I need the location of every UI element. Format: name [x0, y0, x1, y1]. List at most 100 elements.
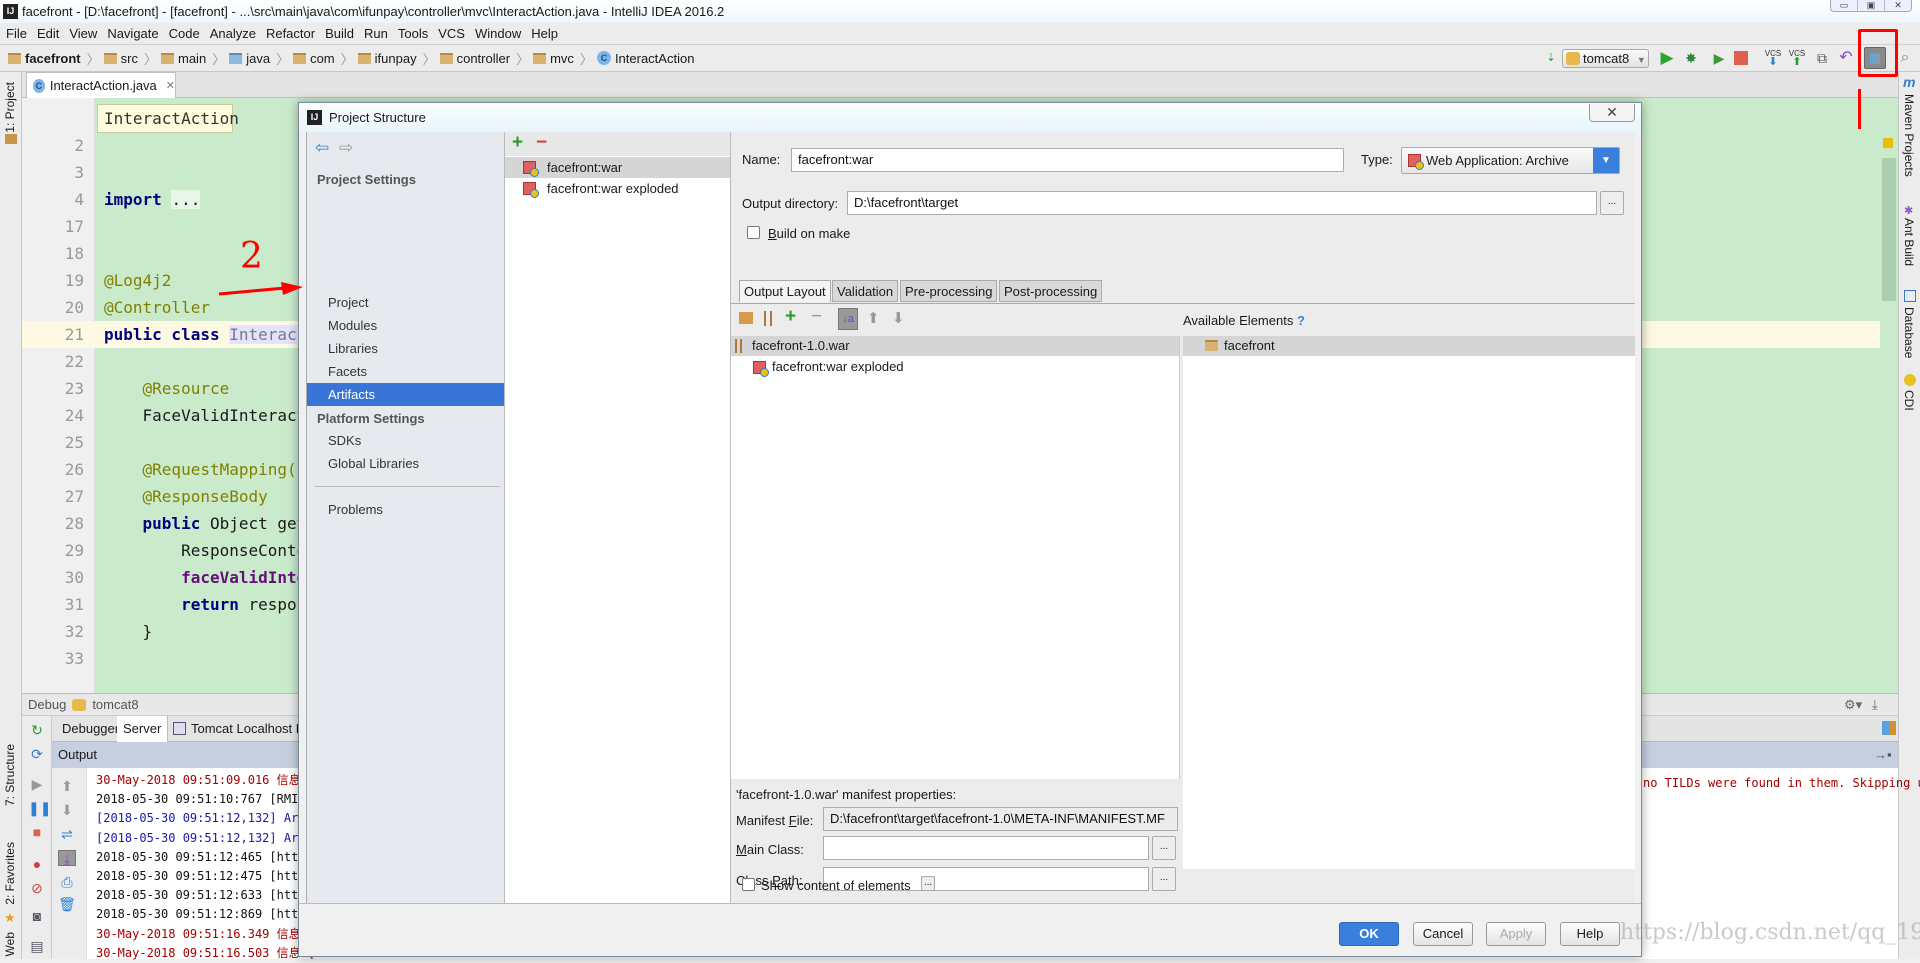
- artifact-item-war[interactable]: facefront:war: [505, 157, 730, 178]
- output-directory-input[interactable]: D:\facefront\target: [847, 191, 1597, 215]
- ok-button[interactable]: OK: [1339, 922, 1399, 946]
- menu-navigate[interactable]: Navigate: [107, 26, 158, 41]
- breadcrumb-item[interactable]: com 〉: [293, 49, 354, 68]
- menu-analyze[interactable]: Analyze: [210, 26, 256, 41]
- pin-icon[interactable]: →▪: [1874, 742, 1892, 768]
- nav-item-libraries[interactable]: Libraries: [307, 337, 505, 360]
- tab-post-processing[interactable]: Post-processing: [999, 280, 1103, 302]
- restore-layout-icon[interactable]: [1882, 721, 1896, 735]
- breadcrumb-item[interactable]: facefront 〉: [8, 49, 100, 68]
- close-window-button[interactable]: ✕: [1885, 0, 1911, 11]
- scroll-to-end-icon[interactable]: ⤓: [58, 850, 76, 867]
- tab-validation[interactable]: Validation: [832, 280, 899, 302]
- search-icon[interactable]: ⌕: [1896, 49, 1914, 67]
- output-directory-browse-button[interactable]: ...: [1600, 191, 1624, 215]
- tree-item-war-exploded[interactable]: facefront:war exploded: [731, 357, 1179, 377]
- breadcrumb-item[interactable]: ifunpay 〉: [357, 49, 436, 68]
- tab-output-layout[interactable]: Output Layout: [739, 280, 831, 302]
- menu-run[interactable]: Run: [364, 26, 388, 41]
- refresh-icon[interactable]: ⟳: [28, 746, 46, 762]
- menu-window[interactable]: Window: [475, 26, 521, 41]
- name-input[interactable]: facefront:war: [791, 148, 1344, 172]
- tool-window-ant-build[interactable]: Ant Build: [1902, 218, 1916, 266]
- nav-item-global-libraries[interactable]: Global Libraries: [307, 452, 505, 475]
- rerun-icon[interactable]: ↻: [28, 722, 46, 738]
- menu-view[interactable]: View: [69, 26, 97, 41]
- coverage-icon[interactable]: ▶: [1710, 49, 1728, 67]
- main-class-input[interactable]: [823, 836, 1149, 860]
- help-button[interactable]: Help: [1560, 922, 1620, 946]
- menu-code[interactable]: Code: [169, 26, 200, 41]
- pause-icon[interactable]: ❚❚: [28, 800, 51, 816]
- help-icon[interactable]: ?: [1297, 313, 1305, 328]
- move-down-icon[interactable]: ⬇: [892, 309, 905, 327]
- artifact-item-war-exploded[interactable]: facefront:war exploded: [505, 178, 730, 199]
- breadcrumb-item[interactable]: main 〉: [161, 49, 225, 68]
- run-config-select[interactable]: tomcat8 ▼: [1562, 49, 1649, 68]
- vcs-commit-icon[interactable]: VCS ⬆: [1788, 49, 1806, 68]
- nav-item-problems[interactable]: Problems: [307, 498, 505, 521]
- new-directory-icon[interactable]: [739, 312, 753, 324]
- tab-debugger[interactable]: Debugger: [56, 716, 127, 742]
- close-tab-icon[interactable]: ✕: [166, 79, 175, 92]
- menu-file[interactable]: File: [6, 26, 27, 41]
- manifest-file-input[interactable]: D:\facefront\target\facefront-1.0\META-I…: [823, 807, 1178, 831]
- breadcrumb-item[interactable]: src 〉: [103, 49, 157, 68]
- layout-icon[interactable]: ▤: [28, 938, 46, 954]
- clear-icon[interactable]: 🗑: [58, 896, 76, 912]
- minimize-button[interactable]: ▭: [1831, 0, 1858, 11]
- tab-tomcat-localhost-log[interactable]: Tomcat Localhost Lo: [169, 716, 318, 742]
- tab-server[interactable]: Server: [117, 716, 169, 742]
- breadcrumb-item[interactable]: controller 〉: [439, 49, 529, 68]
- build-on-make-checkbox[interactable]: [747, 226, 760, 239]
- soft-wrap-icon[interactable]: ⇌: [58, 826, 76, 842]
- breadcrumb-item[interactable]: C InteractAction: [596, 51, 694, 66]
- nav-item-facets[interactable]: Facets: [307, 360, 505, 383]
- available-item-facefront[interactable]: facefront: [1183, 336, 1635, 356]
- tree-item-war-archive[interactable]: facefront-1.0.war: [731, 336, 1179, 356]
- breadcrumb-item[interactable]: java 〉: [229, 49, 289, 68]
- tool-window-web[interactable]: Web: [3, 932, 17, 956]
- nav-item-sdks[interactable]: SDKs: [307, 429, 505, 452]
- nav-item-artifacts[interactable]: Artifacts: [307, 383, 505, 406]
- tool-window-project[interactable]: 1: Project: [3, 82, 17, 133]
- back-arrow-icon[interactable]: ⇦: [315, 138, 329, 158]
- stop-icon[interactable]: [1734, 51, 1748, 65]
- resume-icon[interactable]: ▶: [28, 776, 46, 792]
- add-artifact-button[interactable]: +: [512, 132, 523, 154]
- remove-artifact-button[interactable]: −: [536, 132, 547, 154]
- tab-interactaction-java[interactable]: C InteractAction.java ✕: [26, 72, 176, 98]
- breadcrumb-item[interactable]: mvc 〉: [533, 49, 593, 68]
- scrollbar-thumb[interactable]: [1882, 158, 1896, 301]
- tab-pre-processing[interactable]: Pre-processing: [900, 280, 998, 302]
- build-icon[interactable]: ⇣: [1542, 49, 1560, 67]
- restore-button[interactable]: ▣: [1858, 0, 1885, 11]
- mute-breakpoints-icon[interactable]: ⊘: [28, 880, 46, 896]
- type-select[interactable]: Web Application: Archive ▼: [1401, 147, 1620, 174]
- chevron-down-icon[interactable]: ▼: [1593, 148, 1619, 173]
- menu-help[interactable]: Help: [531, 26, 558, 41]
- menu-build[interactable]: Build: [325, 26, 354, 41]
- dialog-close-button[interactable]: ✕: [1589, 104, 1635, 122]
- revert-icon[interactable]: ↶: [1837, 49, 1855, 67]
- editor-scrollbar[interactable]: [1880, 98, 1898, 693]
- tool-window-maven[interactable]: Maven Projects: [1902, 94, 1916, 177]
- vcs-update-icon[interactable]: VCS ⬇: [1764, 49, 1782, 68]
- cancel-button[interactable]: Cancel: [1413, 922, 1473, 946]
- tool-window-favorites[interactable]: 2: Favorites: [3, 842, 17, 905]
- class-path-browse-button[interactable]: ...: [1152, 867, 1176, 891]
- menu-edit[interactable]: Edit: [37, 26, 59, 41]
- remove-element-button[interactable]: −: [811, 306, 822, 328]
- up-arrow-icon[interactable]: ⬆: [58, 778, 76, 794]
- nav-item-modules[interactable]: Modules: [307, 314, 505, 337]
- menu-vcs[interactable]: VCS: [438, 26, 465, 41]
- tool-window-database[interactable]: Database: [1902, 307, 1916, 358]
- show-content-checkbox[interactable]: [742, 878, 755, 891]
- print-icon[interactable]: ⎙: [58, 874, 76, 890]
- camera-icon[interactable]: ◙: [28, 908, 46, 924]
- debug-icon[interactable]: ✸: [1682, 49, 1700, 67]
- stop-icon[interactable]: ■: [28, 824, 46, 840]
- gear-icon[interactable]: ⚙▾: [1844, 697, 1862, 713]
- move-up-icon[interactable]: ⬆: [867, 309, 880, 327]
- hide-panel-icon[interactable]: ⤓: [1872, 697, 1878, 713]
